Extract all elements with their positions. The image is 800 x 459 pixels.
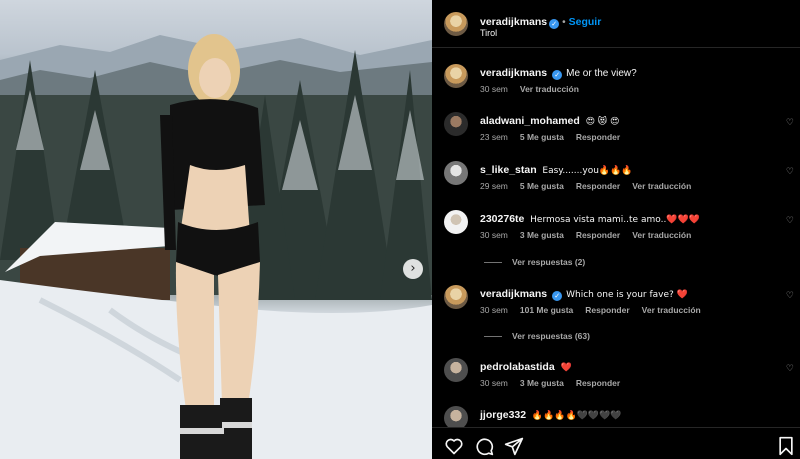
bookmark-icon[interactable] xyxy=(776,436,796,456)
caption-text: Me or the view? xyxy=(566,68,637,79)
reply-button[interactable]: Responder xyxy=(585,305,629,315)
caption-meta: 30 sem Ver traducción xyxy=(480,84,591,94)
comment-text: Which one is your fave? ❤️ xyxy=(566,290,688,300)
comment-line: veradijkmans ✓ Which one is your fave? ❤️ xyxy=(480,288,688,301)
heart-icon[interactable]: ♡ xyxy=(786,167,794,177)
heart-icon[interactable]: ♡ xyxy=(786,118,794,128)
commenter-avatar[interactable] xyxy=(444,210,468,234)
author-avatar[interactable] xyxy=(444,12,468,36)
comment-username[interactable]: aladwani_mohamed xyxy=(480,115,580,127)
post-photo[interactable]: › xyxy=(0,0,432,459)
comment-time[interactable]: 30 sem xyxy=(480,305,508,315)
follow-button[interactable]: Seguir xyxy=(569,16,602,28)
caption-time[interactable]: 30 sem xyxy=(480,84,508,94)
commenter-avatar[interactable] xyxy=(444,112,468,136)
separator-dot: • xyxy=(562,17,566,28)
heart-icon[interactable]: ♡ xyxy=(786,216,794,226)
caption-username[interactable]: veradijkmans xyxy=(480,67,547,79)
comment-line: 230276te Hermosa vista mami..te amo..❤️❤… xyxy=(480,213,700,225)
view-replies-button[interactable]: Ver respuestas (2) xyxy=(484,257,585,267)
commenter-avatar[interactable] xyxy=(444,358,468,382)
heart-icon[interactable]: ♡ xyxy=(786,364,794,374)
comment-likes[interactable]: 5 Me gusta xyxy=(520,132,564,142)
comment-text: Easy.......you🔥🔥🔥 xyxy=(542,166,633,176)
heart-icon[interactable]: ♡ xyxy=(786,291,794,301)
reply-button[interactable]: Responder xyxy=(576,181,620,191)
replies-divider xyxy=(484,336,502,338)
comment-meta: 23 sem 5 Me gusta Responder xyxy=(480,132,632,142)
chevron-right-icon[interactable]: › xyxy=(403,259,423,279)
caption-line: veradijkmans ✓ Me or the view? xyxy=(480,67,637,80)
replies-divider xyxy=(484,262,502,264)
comment-line: jjorge332 🔥🔥🔥🔥🖤🖤🖤🖤 xyxy=(480,409,622,421)
view-replies-label[interactable]: Ver respuestas (63) xyxy=(512,331,590,341)
comment-icon[interactable] xyxy=(474,436,494,456)
translate-link[interactable]: Ver traducción xyxy=(632,181,691,191)
comment-text: 😍 😻 😍 xyxy=(585,117,620,127)
comment-username[interactable]: jjorge332 xyxy=(480,409,526,421)
comment-line: aladwani_mohamed 😍 😻 😍 xyxy=(480,115,619,127)
post-header: veradijkmans ✓ • Seguir Tirol xyxy=(432,0,800,48)
comment-time[interactable]: 30 sem xyxy=(480,230,508,240)
heart-icon[interactable] xyxy=(444,436,464,456)
translate-link[interactable]: Ver traducción xyxy=(642,305,701,315)
comment-likes[interactable]: 3 Me gusta xyxy=(520,230,564,240)
send-icon[interactable] xyxy=(504,436,524,456)
comments-panel: veradijkmans ✓ • Seguir Tirol veradijkmans ✓… xyxy=(432,0,800,459)
reply-button[interactable]: Responder xyxy=(576,132,620,142)
comment-likes[interactable]: 101 Me gusta xyxy=(520,305,573,315)
comment-text: 🔥🔥🔥🔥🖤🖤🖤🖤 xyxy=(531,411,622,421)
comment-meta: 30 sem 3 Me gusta Responder xyxy=(480,378,632,388)
comment-meta: 30 sem 101 Me gusta Responder Ver traducció… xyxy=(480,305,713,315)
comment-likes[interactable]: 3 Me gusta xyxy=(520,378,564,388)
view-replies-button[interactable]: Ver respuestas (63) xyxy=(484,331,590,341)
verified-badge-icon: ✓ xyxy=(552,291,563,301)
comment-username[interactable]: pedrolabastida xyxy=(480,361,555,373)
comment-line: pedrolabastida ❤️ xyxy=(480,361,572,373)
translate-link[interactable]: Ver traducción xyxy=(520,84,579,94)
reply-button[interactable]: Responder xyxy=(576,230,620,240)
comment-likes[interactable]: 5 Me gusta xyxy=(520,181,564,191)
author-avatar[interactable] xyxy=(444,285,468,309)
translate-link[interactable]: Ver traducción xyxy=(632,230,691,240)
comment-time[interactable]: 30 sem xyxy=(480,378,508,388)
view-replies-label[interactable]: Ver respuestas (2) xyxy=(512,257,585,267)
verified-badge-icon: ✓ xyxy=(549,19,560,29)
comment-username[interactable]: veradijkmans xyxy=(480,288,547,300)
verified-badge-icon: ✓ xyxy=(552,70,563,80)
author-username[interactable]: veradijkmans xyxy=(480,16,547,28)
post-location[interactable]: Tirol xyxy=(480,28,497,38)
author-avatar[interactable] xyxy=(444,64,468,88)
comment-username[interactable]: s_like_stan xyxy=(480,164,537,176)
comment-text: ❤️ xyxy=(560,363,572,373)
comment-text: Hermosa vista mami..te amo..❤️❤️❤️ xyxy=(530,215,700,225)
snowy-forest-photo xyxy=(0,34,432,459)
comment-username[interactable]: 230276te xyxy=(480,213,524,225)
post-action-bar xyxy=(432,427,800,459)
comment-time[interactable]: 23 sem xyxy=(480,132,508,142)
author-line: veradijkmans ✓ • Seguir xyxy=(480,12,601,30)
comment-meta: 30 sem 3 Me gusta Responder Ver traducción xyxy=(480,230,703,240)
commenter-avatar[interactable] xyxy=(444,161,468,185)
comment-time[interactable]: 29 sem xyxy=(480,181,508,191)
comment-meta: 29 sem 5 Me gusta Responder Ver traducción xyxy=(480,181,703,191)
reply-button[interactable]: Responder xyxy=(576,378,620,388)
comment-line: s_like_stan Easy.......you🔥🔥🔥 xyxy=(480,164,633,176)
